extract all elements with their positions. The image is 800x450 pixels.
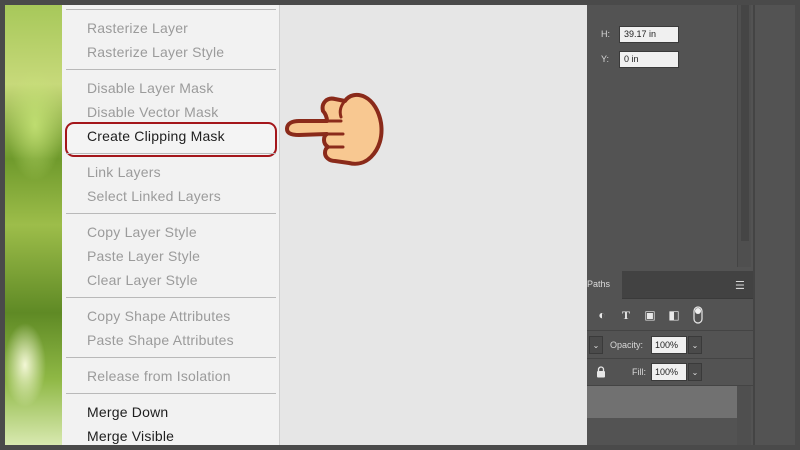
menu-item-merge-visible[interactable]: Merge Visible xyxy=(87,428,174,444)
menu-item-copy-layer-style[interactable]: Copy Layer Style xyxy=(87,224,197,240)
side-dock xyxy=(753,5,795,445)
menu-separator xyxy=(66,357,276,358)
layers-scrollbar[interactable] xyxy=(737,386,751,445)
lock-icon[interactable] xyxy=(596,366,606,378)
menu-separator xyxy=(66,297,276,298)
adjustment-filter-icon[interactable]: ◐ xyxy=(595,308,609,322)
type-filter-icon[interactable]: T xyxy=(619,308,633,322)
app-window: Rasterize Layer Rasterize Layer Style Di… xyxy=(0,0,800,450)
menu-separator xyxy=(66,69,276,70)
blend-mode-dropdown[interactable]: ⌄ xyxy=(589,336,603,354)
selected-layer-row[interactable] xyxy=(587,386,737,418)
blank-area xyxy=(280,5,587,445)
height-row: H: 39.17 in xyxy=(601,25,679,43)
menu-item-release-from-isolation[interactable]: Release from Isolation xyxy=(87,368,231,384)
y-row: Y: 0 in xyxy=(601,50,679,68)
menu-item-disable-layer-mask[interactable]: Disable Layer Mask xyxy=(87,80,214,96)
properties-panel: H: 39.17 in Y: 0 in xyxy=(587,5,753,267)
menu-item-paste-layer-style[interactable]: Paste Layer Style xyxy=(87,248,200,264)
pointing-hand-icon xyxy=(285,92,384,166)
properties-layers-panel: H: 39.17 in Y: 0 in Paths ☰ ◐ T ▣ ◧ ⌄ Op… xyxy=(587,5,753,445)
height-input[interactable]: 39.17 in xyxy=(619,25,679,43)
shape-filter-icon[interactable]: ▣ xyxy=(643,308,657,322)
menu-item-rasterize-layer-style[interactable]: Rasterize Layer Style xyxy=(87,44,224,60)
fill-label: Fill: xyxy=(632,367,646,377)
opacity-row: ⌄ Opacity: 100% ⌄ xyxy=(587,332,753,359)
layer-context-menu: Rasterize Layer Rasterize Layer Style Di… xyxy=(62,5,280,445)
menu-item-clear-layer-style[interactable]: Clear Layer Style xyxy=(87,272,198,288)
menu-item-rasterize-layer[interactable]: Rasterize Layer xyxy=(87,20,188,36)
menu-item-merge-down[interactable]: Merge Down xyxy=(87,404,168,420)
menu-item-paste-shape-attributes[interactable]: Paste Shape Attributes xyxy=(87,332,234,348)
height-label: H: xyxy=(601,29,610,39)
fill-row: Fill: 100% ⌄ xyxy=(587,359,753,386)
properties-scrollbar[interactable] xyxy=(737,5,751,267)
menu-item-create-clipping-mask[interactable]: Create Clipping Mask xyxy=(87,128,225,144)
layer-filter-icons: ◐ T ▣ ◧ xyxy=(587,301,753,331)
menu-separator xyxy=(66,213,276,214)
layers-panel-header: Paths ☰ xyxy=(587,271,753,299)
fill-input[interactable]: 100% xyxy=(651,363,687,381)
y-input[interactable]: 0 in xyxy=(619,50,679,68)
y-label: Y: xyxy=(601,54,610,64)
opacity-label: Opacity: xyxy=(610,340,644,350)
menu-separator xyxy=(66,393,276,394)
fill-dropdown[interactable]: ⌄ xyxy=(688,363,702,381)
tab-paths[interactable]: Paths xyxy=(587,271,622,299)
tab-paths-label: Paths xyxy=(587,279,611,289)
menu-item-disable-vector-mask[interactable]: Disable Vector Mask xyxy=(87,104,218,120)
canvas-photo xyxy=(5,5,62,445)
menu-item-link-layers[interactable]: Link Layers xyxy=(87,164,161,180)
filter-toggle-icon[interactable] xyxy=(691,306,705,324)
scrollbar-thumb[interactable] xyxy=(741,5,749,241)
smart-object-filter-icon[interactable]: ◧ xyxy=(667,308,681,322)
menu-item-select-linked-layers[interactable]: Select Linked Layers xyxy=(87,188,221,204)
menu-item-copy-shape-attributes[interactable]: Copy Shape Attributes xyxy=(87,308,231,324)
hamburger-menu-icon[interactable]: ☰ xyxy=(735,279,745,292)
opacity-input[interactable]: 100% xyxy=(651,336,687,354)
opacity-dropdown[interactable]: ⌄ xyxy=(688,336,702,354)
menu-separator xyxy=(66,9,276,10)
menu-separator xyxy=(66,153,276,154)
